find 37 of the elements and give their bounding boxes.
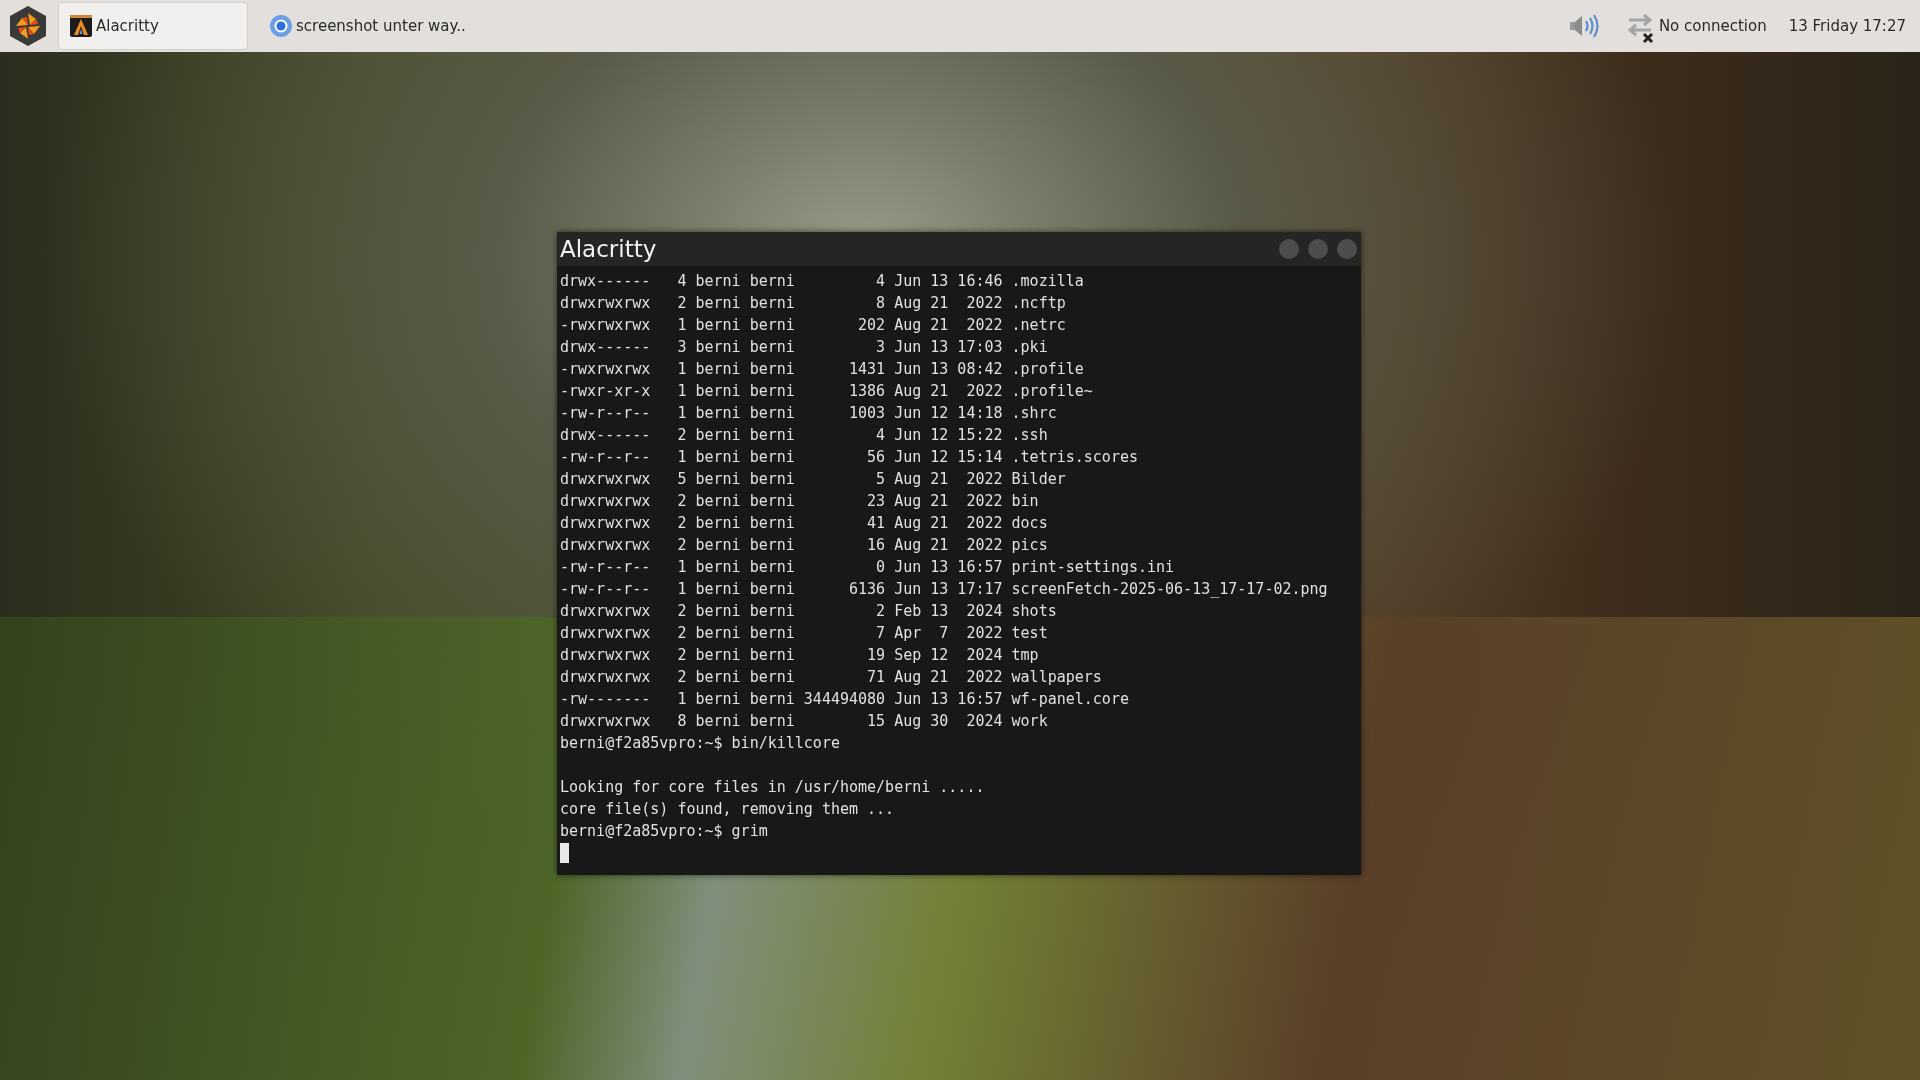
terminal-line: drwxrwxrwx 2 berni berni 2 Feb 13 2024 shots: [560, 601, 1057, 622]
terminal-line: berni@f2a85vpro:~$ bin/killcore: [560, 733, 840, 754]
terminal-line: -rwxrwxrwx 1 berni berni 202 Aug 21 2022 .netrc: [560, 315, 1066, 336]
terminal-line: -rw-r--r-- 1 berni berni 0 Jun 13 16:57 print-settings.ini: [560, 557, 1175, 578]
terminal-line: drwx------ 4 berni berni 4 Jun 13 16:46 .mozilla: [560, 271, 1084, 292]
terminal-line: -rw------- 1 berni berni 344494080 Jun 13 16:57 wf-panel.core: [560, 689, 1129, 710]
terminal-line: drwxrwxrwx 2 berni berni 19 Sep 12 2024 tmp: [560, 645, 1039, 666]
terminal-line: -rw-r--r-- 1 berni berni 56 Jun 12 15:14 .tetris.scores: [560, 447, 1138, 468]
terminal-line: -rw-r--r-- 1 berni berni 1003 Jun 12 14:18 .shrc: [560, 403, 1057, 424]
terminal-line: berni@f2a85vpro:~$ grim: [560, 821, 768, 842]
terminal-line: -rwxrwxrwx 1 berni berni 1431 Jun 13 08:42 .profile: [560, 359, 1084, 380]
terminal-line: -rwxr-xr-x 1 berni berni 1386 Aug 21 2022 .profile~: [560, 381, 1093, 402]
close-button[interactable]: [1337, 239, 1357, 259]
start-menu-icon[interactable]: [8, 5, 48, 47]
terminal-line: Looking for core files in /usr/home/berni .....: [560, 777, 985, 798]
maximize-button[interactable]: [1308, 239, 1328, 259]
terminal-line: core file(s) found, removing them ...: [560, 799, 895, 820]
browser-app-icon: [269, 14, 293, 38]
terminal-line: drwxrwxrwx 5 berni berni 5 Aug 21 2022 Bilder: [560, 469, 1066, 490]
terminal-line: drwxrwxrwx 2 berni berni 41 Aug 21 2022 docs: [560, 513, 1048, 534]
text-cursor: [560, 843, 569, 863]
minimize-button[interactable]: [1279, 239, 1299, 259]
taskbar-task[interactable]: screenshot unter way..: [258, 2, 477, 50]
terminal-line: drwxrwxrwx 2 berni berni 8 Aug 21 2022 .ncftp: [560, 293, 1066, 314]
terminal-line: -rw-r--r-- 1 berni berni 6136 Jun 13 17:17 screenFetch-2025-06-13_17-17-02.png: [560, 579, 1328, 600]
terminal-line: drwxrwxrwx 8 berni berni 15 Aug 30 2024 work: [560, 711, 1048, 732]
network-status: No connection: [1658, 17, 1767, 35]
terminal-line: drwx------ 3 berni berni 3 Jun 13 17:03 .pki: [560, 337, 1048, 358]
terminal-line: drwxrwxrwx 2 berni berni 71 Aug 21 2022 wallpapers: [560, 667, 1102, 688]
clock: 13 Friday 17:27: [1788, 17, 1906, 35]
taskbar-task[interactable]: Alacritty: [58, 2, 248, 50]
terminal-line: drwxrwxrwx 2 berni berni 23 Aug 21 2022 bin: [560, 491, 1039, 512]
terminal-line: drwxrwxrwx 2 berni berni 7 Apr 7 2022 test: [560, 623, 1048, 644]
terminal-line: drwxrwxrwx 2 berni berni 16 Aug 21 2022 pics: [560, 535, 1048, 556]
terminal-app-icon: [69, 14, 93, 38]
window-title: Alacritty: [560, 236, 658, 262]
terminal-line: drwx------ 2 berni berni 4 Jun 12 15:22 .ssh: [560, 425, 1048, 446]
